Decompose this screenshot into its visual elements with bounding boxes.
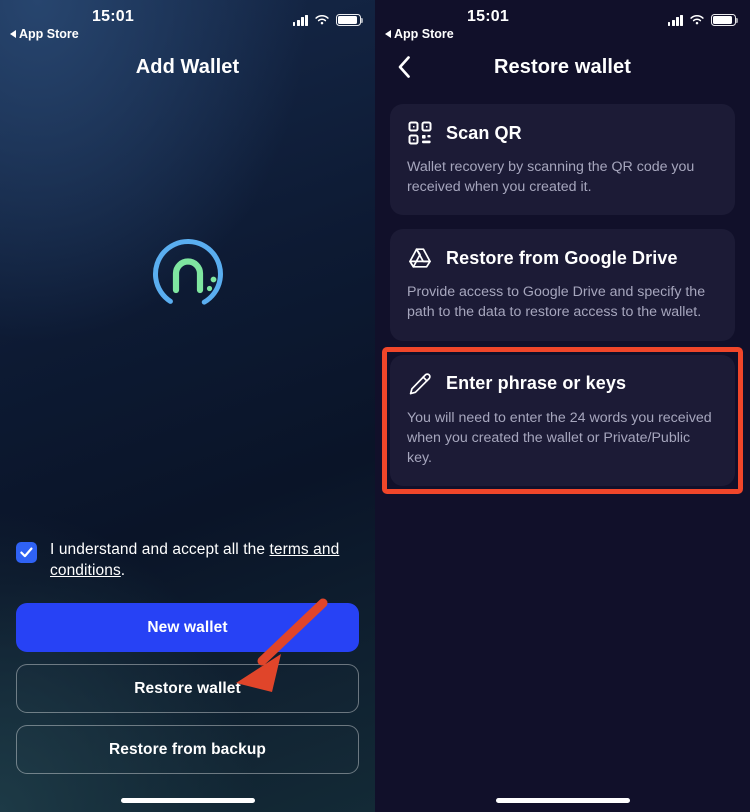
new-wallet-button[interactable]: New wallet [16, 603, 359, 652]
bottom-actions: I understand and accept all the terms an… [0, 540, 375, 774]
screen-restore-wallet: 15:01 App Store Restore wallet Scan QR W… [375, 0, 750, 812]
restore-from-backup-button[interactable]: Restore from backup [16, 725, 359, 774]
status-back-label: App Store [394, 27, 454, 41]
status-back-to-app-store[interactable]: App Store [385, 27, 454, 41]
back-triangle-icon [10, 30, 16, 38]
card-header: Restore from Google Drive [407, 245, 718, 271]
terms-checkbox[interactable] [16, 542, 37, 564]
logo-container [0, 236, 375, 312]
cellular-signal-icon [292, 14, 308, 26]
option-scan-qr[interactable]: Scan QR Wallet recovery by scanning the … [390, 104, 735, 216]
wallet-logo [152, 239, 223, 305]
page-title: Add Wallet [135, 55, 240, 78]
status-back-to-app-store[interactable]: App Store [10, 27, 79, 41]
card-description: Wallet recovery by scanning the QR code … [407, 159, 695, 196]
terms-text-before: I understand and accept all the [50, 541, 270, 559]
back-triangle-icon [385, 30, 391, 38]
wifi-icon [690, 15, 704, 25]
card-title: Restore from Google Drive [446, 247, 678, 268]
status-indicators [292, 14, 364, 26]
back-button[interactable] [389, 52, 419, 82]
status-bar: 15:01 App Store [375, 0, 750, 44]
screenshot-stage: 15:01 App Store Add Wallet I understand … [0, 0, 750, 812]
screen-add-wallet: 15:01 App Store Add Wallet I understand … [0, 0, 375, 812]
status-back-label: App Store [19, 27, 79, 41]
home-indicator [495, 798, 630, 803]
restore-options-list: Scan QR Wallet recovery by scanning the … [375, 90, 750, 495]
status-bar: 15:01 App Store [0, 0, 375, 44]
card-header: Scan QR [407, 120, 718, 146]
card-header: Enter phrase or keys [407, 371, 718, 397]
status-indicators [667, 14, 739, 26]
terms-text: I understand and accept all the terms an… [50, 540, 359, 581]
battery-icon [336, 14, 364, 26]
card-title: Scan QR [446, 122, 522, 143]
battery-icon [711, 14, 739, 26]
qr-code-icon [407, 120, 433, 146]
nav-bar: Restore wallet [375, 44, 750, 90]
check-icon [20, 547, 33, 558]
terms-text-after: . [120, 561, 126, 579]
option-restore-google-drive[interactable]: Restore from Google Drive Provide access… [390, 229, 735, 341]
restore-wallet-button[interactable]: Restore wallet [16, 664, 359, 713]
page-title: Restore wallet [493, 55, 631, 78]
home-indicator [120, 798, 255, 803]
card-description: Provide access to Google Drive and speci… [407, 284, 706, 321]
card-description: You will need to enter the 24 words you … [407, 409, 712, 466]
option-enter-phrase-or-keys[interactable]: Enter phrase or keys You will need to en… [390, 354, 735, 487]
pencil-icon [407, 371, 433, 397]
card-title: Enter phrase or keys [446, 373, 627, 394]
cellular-signal-icon [667, 14, 683, 26]
wifi-icon [315, 15, 329, 25]
chevron-left-icon [398, 56, 410, 78]
highlight-box: Enter phrase or keys You will need to en… [382, 346, 743, 495]
google-drive-icon [407, 245, 433, 271]
terms-row[interactable]: I understand and accept all the terms an… [16, 540, 359, 581]
nav-bar: Add Wallet [0, 44, 375, 90]
